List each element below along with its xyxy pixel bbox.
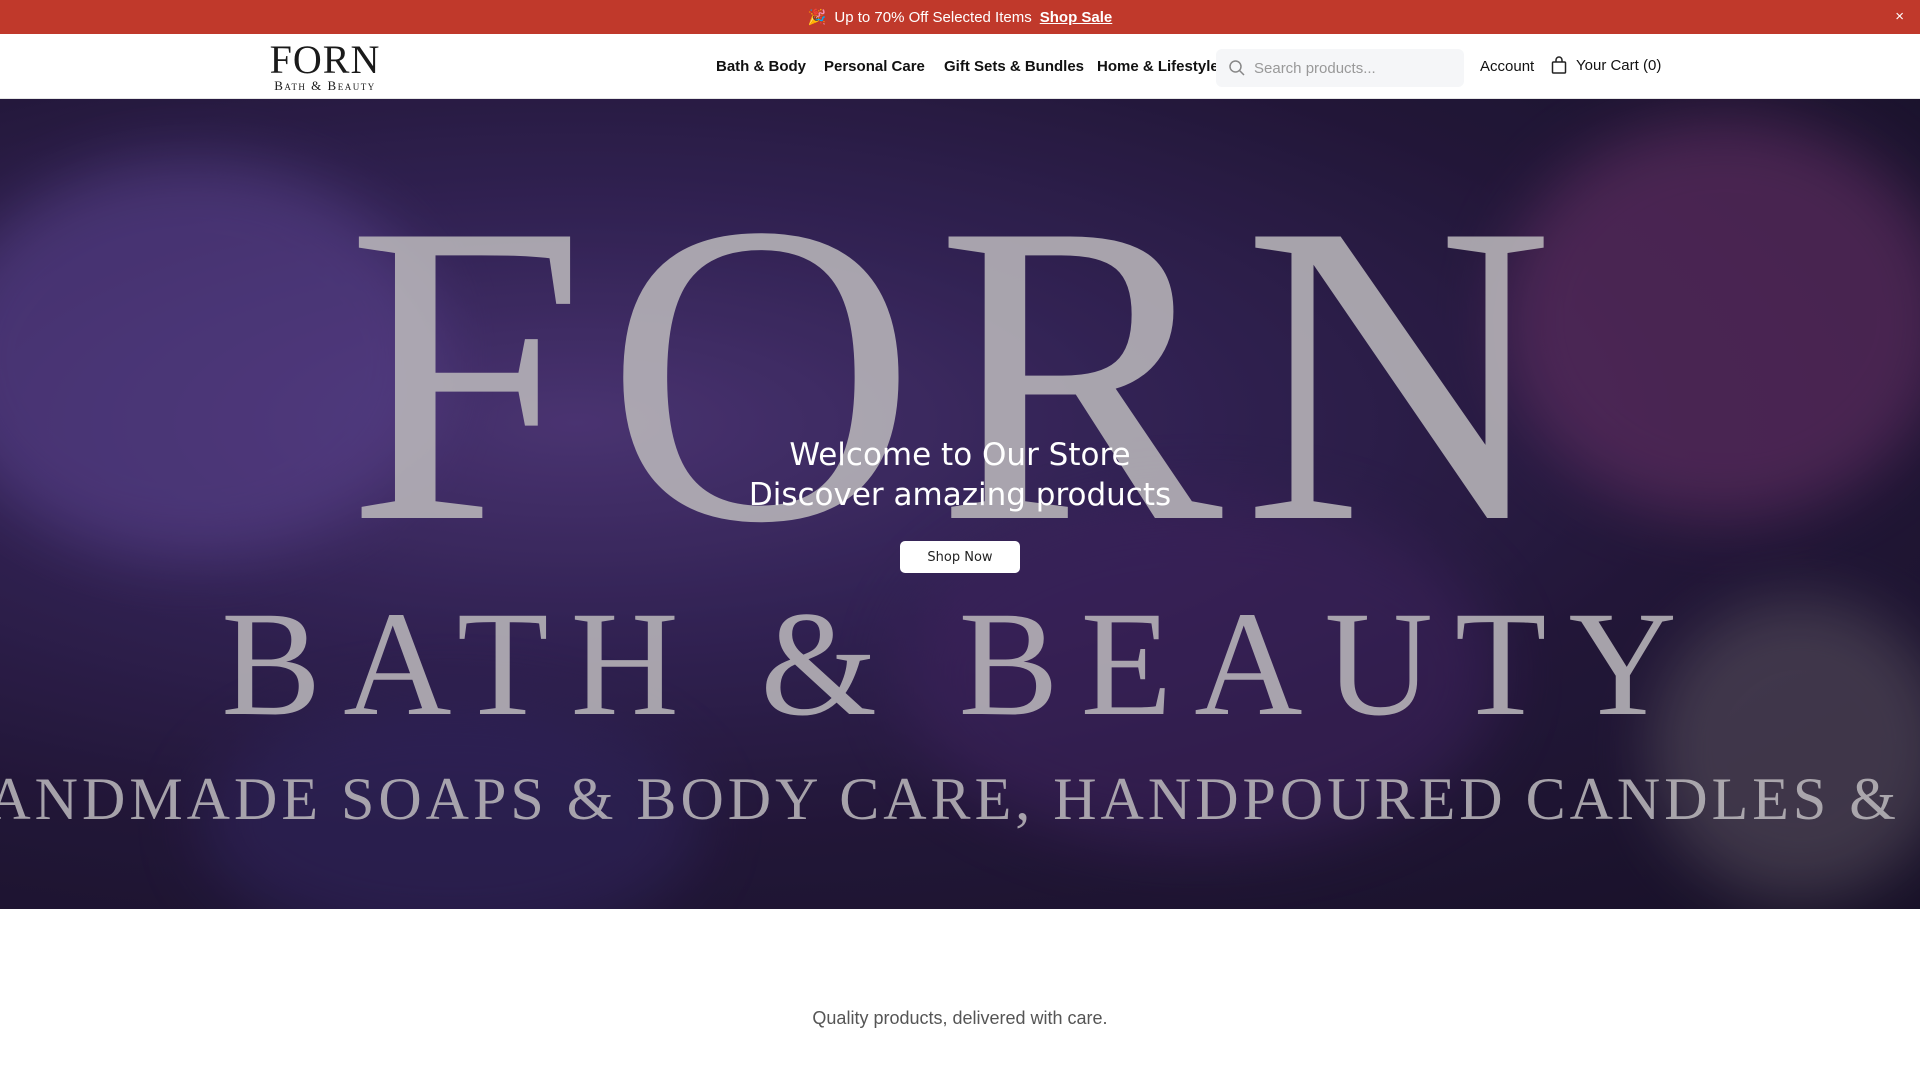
logo[interactable]: FORN Bath & Beauty xyxy=(263,37,387,94)
shop-sale-link[interactable]: Shop Sale xyxy=(1040,9,1113,26)
nav-personal-care[interactable]: Personal Care xyxy=(824,58,925,75)
promo-banner: 🎉 Up to 70% Off Selected Items Shop Sale… xyxy=(0,0,1920,34)
close-icon[interactable]: × xyxy=(1895,8,1904,25)
account-link[interactable]: Account xyxy=(1480,58,1534,75)
cart-label: Your Cart (0) xyxy=(1576,56,1662,74)
shopping-bag-icon xyxy=(1551,56,1567,74)
hero-bg-subtitle: BATH & BEAUTY xyxy=(221,581,1699,747)
nav-home-lifestyle[interactable]: Home & Lifestyle xyxy=(1097,58,1219,75)
hero-bg-tagline: HANDMADE SOAPS & BODY CARE, HANDPOURED C… xyxy=(0,766,1920,832)
site-header: FORN Bath & Beauty Bath & Body Personal … xyxy=(0,34,1920,99)
logo-subtitle: Bath & Beauty xyxy=(274,78,376,93)
search-box xyxy=(1216,49,1464,87)
promo-text: Up to 70% Off Selected Items xyxy=(834,8,1032,26)
logo-wordmark: FORN xyxy=(269,37,381,82)
search-input[interactable] xyxy=(1254,59,1454,77)
hero-title: Welcome to Our Store xyxy=(789,437,1131,473)
nav-bath-body[interactable]: Bath & Body xyxy=(716,58,806,75)
party-popper-icon: 🎉 xyxy=(807,9,827,26)
nav-gift-sets[interactable]: Gift Sets & Bundles xyxy=(944,58,1084,75)
store-tagline: Quality products, delivered with care. xyxy=(812,1008,1108,1028)
hero-banner: FORN BATH & BEAUTY HANDMADE SOAPS & BODY… xyxy=(0,99,1920,909)
hero-bg-logo: FORN xyxy=(346,136,1574,612)
search-icon xyxy=(1229,60,1245,76)
cart-button[interactable]: Your Cart (0) xyxy=(1551,56,1661,74)
hero-heading: Welcome to Our Store Discover amazing pr… xyxy=(0,435,1920,515)
shop-now-button[interactable]: Shop Now xyxy=(900,541,1020,573)
hero-subtitle: Discover amazing products xyxy=(748,477,1172,513)
